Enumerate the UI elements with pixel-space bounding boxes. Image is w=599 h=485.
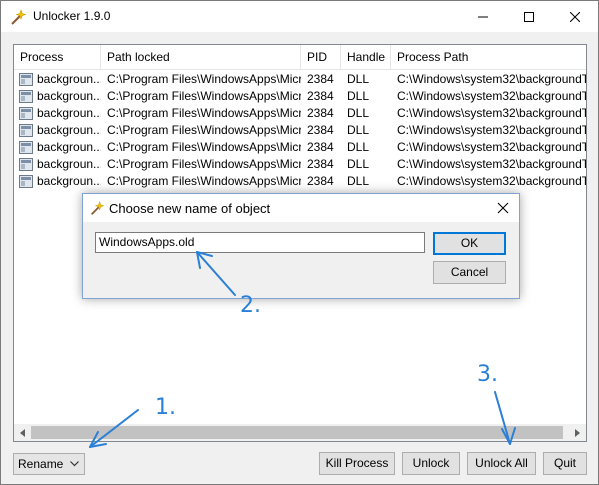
action-select-value: Rename — [18, 457, 64, 471]
column-path-locked[interactable]: Path locked — [101, 45, 301, 69]
cell-path: C:\Program Files\WindowsApps\Micr... — [107, 123, 301, 137]
dialog-title-bar[interactable]: Choose new name of object — [83, 194, 519, 222]
annotation-step-3: 3. — [477, 362, 498, 387]
cell-handle: DLL — [347, 174, 370, 188]
window-title: Unlocker 1.9.0 — [33, 9, 111, 23]
cell-path: C:\Program Files\WindowsApps\Micr... — [107, 157, 301, 171]
rename-dialog: Choose new name of object WindowsApps.ol… — [82, 193, 520, 299]
cell-handle: DLL — [347, 106, 370, 120]
horizontal-scrollbar[interactable] — [14, 424, 586, 441]
column-handle[interactable]: Handle — [341, 45, 391, 69]
cell-pid: 2384 — [307, 123, 334, 137]
table-row[interactable]: backgroun... C:\Program Files\WindowsApps… — [14, 173, 586, 190]
unlock-button[interactable]: Unlock — [402, 452, 460, 475]
close-button[interactable] — [552, 1, 598, 32]
cell-handle: DLL — [347, 140, 370, 154]
table-row[interactable]: backgroun... C:\Program Files\WindowsApps… — [14, 105, 586, 122]
maximize-button[interactable] — [506, 1, 552, 32]
cell-process: backgroun... — [37, 89, 101, 103]
cell-pid: 2384 — [307, 106, 334, 120]
app-wand-icon — [11, 9, 27, 25]
ok-button[interactable]: OK — [433, 232, 506, 255]
action-select[interactable]: Rename — [13, 453, 85, 475]
table-row[interactable]: backgroun... C:\Program Files\WindowsApps… — [14, 88, 586, 105]
quit-button[interactable]: Quit — [543, 452, 587, 475]
cell-process-path: C:\Windows\system32\backgroundT... — [397, 89, 586, 103]
title-bar[interactable]: Unlocker 1.9.0 — [1, 1, 598, 32]
cell-pid: 2384 — [307, 140, 334, 154]
cell-handle: DLL — [347, 89, 370, 103]
cell-pid: 2384 — [307, 72, 334, 86]
cell-path: C:\Program Files\WindowsApps\Micr... — [107, 140, 301, 154]
cell-process-path: C:\Windows\system32\backgroundT... — [397, 174, 586, 188]
cell-process: backgroun... — [37, 174, 101, 188]
cell-path: C:\Program Files\WindowsApps\Micr... — [107, 72, 301, 86]
cell-path: C:\Program Files\WindowsApps\Micr... — [107, 174, 301, 188]
cell-process: backgroun... — [37, 140, 101, 154]
minimize-icon — [478, 16, 488, 17]
maximize-icon — [524, 11, 534, 22]
annotation-step-2: 2. — [240, 293, 261, 318]
scroll-right-arrow-icon[interactable] — [569, 424, 586, 441]
unlock-all-button[interactable]: Unlock All — [467, 452, 536, 475]
column-process-path[interactable]: Process Path — [391, 45, 586, 69]
cell-process-path: C:\Windows\system32\backgroundT... — [397, 106, 586, 120]
dialog-wand-icon — [91, 200, 105, 215]
column-pid[interactable]: PID — [301, 45, 341, 69]
table-row[interactable]: backgroun... C:\Program Files\WindowsApps… — [14, 122, 586, 139]
cell-handle: DLL — [347, 157, 370, 171]
chevron-down-icon — [70, 461, 79, 467]
cell-process-path: C:\Windows\system32\backgroundT... — [397, 123, 586, 137]
cell-process: backgroun... — [37, 157, 101, 171]
cell-path: C:\Program Files\WindowsApps\Micr... — [107, 106, 301, 120]
cell-process: backgroun... — [37, 123, 101, 137]
dialog-title: Choose new name of object — [109, 201, 271, 216]
new-name-input[interactable]: WindowsApps.old — [95, 232, 425, 253]
cell-process: backgroun... — [37, 106, 101, 120]
dialog-close-icon[interactable] — [495, 200, 511, 216]
cell-pid: 2384 — [307, 174, 334, 188]
cell-process-path: C:\Windows\system32\backgroundT... — [397, 140, 586, 154]
cell-handle: DLL — [347, 123, 370, 137]
cell-pid: 2384 — [307, 157, 334, 171]
cell-path: C:\Program Files\WindowsApps\Micr... — [107, 89, 301, 103]
scroll-left-arrow-icon[interactable] — [14, 424, 31, 441]
table-row[interactable]: backgroun... C:\Program Files\WindowsApps… — [14, 139, 586, 156]
cell-process: backgroun... — [37, 72, 101, 86]
cell-pid: 2384 — [307, 89, 334, 103]
close-icon — [570, 11, 580, 22]
cancel-button[interactable]: Cancel — [433, 261, 506, 284]
list-header: Process Path locked PID Handle Process P… — [14, 45, 586, 70]
kill-process-button[interactable]: Kill Process — [319, 452, 395, 475]
minimize-button[interactable] — [460, 1, 506, 32]
cell-process-path: C:\Windows\system32\backgroundT... — [397, 157, 586, 171]
annotation-step-1: 1. — [155, 395, 176, 420]
table-row[interactable]: backgroun... C:\Program Files\WindowsApps… — [14, 156, 586, 173]
cell-process-path: C:\Windows\system32\backgroundT... — [397, 72, 586, 86]
scrollbar-thumb[interactable] — [31, 426, 563, 439]
cell-handle: DLL — [347, 72, 370, 86]
table-row[interactable]: backgroun... C:\Program Files\WindowsApps… — [14, 71, 586, 88]
column-process[interactable]: Process — [14, 45, 101, 69]
